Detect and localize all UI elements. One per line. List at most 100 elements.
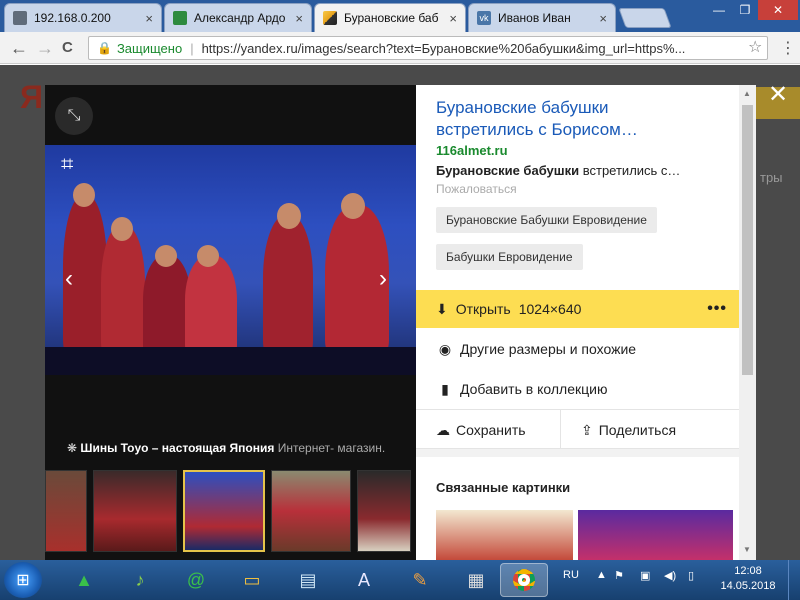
news-app-icon[interactable]: ▦ bbox=[452, 563, 500, 597]
address-bar[interactable]: 🔒 Защищено | https://yandex.ru/images/se… bbox=[88, 36, 768, 60]
crop-icon[interactable]: ⌗ bbox=[61, 151, 73, 177]
tag-chip[interactable]: Бурановские Бабушки Евровидение bbox=[436, 207, 657, 233]
divider bbox=[560, 410, 561, 450]
thumbnail[interactable] bbox=[271, 470, 351, 552]
tag-chip[interactable]: Бабушки Евровидение bbox=[436, 244, 583, 270]
source-snippet: Бурановские бабушки встретились с… bbox=[436, 163, 680, 178]
complain-link[interactable]: Пожаловаться bbox=[436, 182, 517, 196]
new-tab-button[interactable] bbox=[618, 8, 672, 28]
tab-close-icon[interactable]: × bbox=[449, 11, 457, 26]
tab-alexander[interactable]: Александр Ардо × bbox=[164, 3, 312, 32]
back-arrow-icon[interactable]: ← bbox=[10, 38, 28, 58]
source-domain-link[interactable]: 116almet.ru bbox=[436, 143, 508, 158]
green-square-icon bbox=[173, 11, 187, 25]
image-info-panel: Бурановские бабушки встретились с Борисо… bbox=[416, 85, 739, 560]
thumbnail[interactable] bbox=[93, 470, 177, 552]
figure bbox=[101, 225, 145, 355]
camera-icon: ◉ bbox=[438, 340, 452, 357]
image-size: 1024×640 bbox=[518, 301, 582, 317]
music-icon[interactable]: ♪ bbox=[116, 563, 164, 597]
tray-expand-icon[interactable]: ▲ bbox=[596, 569, 607, 581]
page-content: Ян тры ⤡ ⌗ ‹ › ❋ Шины Toyo – настоящая Я… bbox=[0, 65, 800, 560]
vk-icon: vk bbox=[477, 11, 491, 25]
browser-menu-icon[interactable]: ⋮ bbox=[780, 38, 796, 58]
related-image[interactable] bbox=[436, 510, 573, 560]
background-filter-text: тры bbox=[760, 170, 783, 185]
tab-close-icon[interactable]: × bbox=[599, 11, 607, 26]
scroll-up-icon[interactable]: ▲ bbox=[743, 89, 751, 98]
figure-head bbox=[277, 203, 301, 229]
notepad-icon[interactable]: ▤ bbox=[284, 563, 332, 597]
add-collection-label: Добавить в коллекцию bbox=[460, 381, 608, 397]
thumbnail[interactable] bbox=[45, 470, 87, 552]
ad-title: Шины Toyo – настоящая Япония bbox=[80, 441, 275, 455]
flag-icon[interactable]: ⚑ bbox=[614, 569, 624, 582]
download-icon: ⬇ bbox=[436, 300, 448, 317]
scroll-down-icon[interactable]: ▼ bbox=[743, 545, 751, 554]
browser-toolbar: ← → C 🔒 Защищено | https://yandex.ru/ima… bbox=[0, 32, 800, 64]
more-options-icon[interactable]: ••• bbox=[707, 300, 727, 318]
chrome-icon[interactable] bbox=[500, 563, 548, 597]
figure bbox=[185, 255, 237, 355]
thumbnail[interactable] bbox=[357, 470, 411, 552]
minimize-icon[interactable]: — bbox=[706, 0, 732, 20]
main-image[interactable] bbox=[45, 145, 416, 375]
previous-image-icon[interactable]: ‹ bbox=[65, 265, 73, 293]
share-icon: ⇪ bbox=[581, 421, 593, 438]
figure-head bbox=[197, 245, 219, 267]
language-indicator[interactable]: RU bbox=[563, 569, 579, 581]
thumbnail-selected[interactable] bbox=[183, 470, 265, 552]
share-button[interactable]: ⇪ Поделиться bbox=[581, 410, 676, 450]
viewer-close-icon[interactable]: ✕ bbox=[768, 80, 788, 109]
tab-title: Бурановские баб bbox=[344, 11, 439, 25]
open-label: Открыть bbox=[455, 301, 511, 317]
folder-icon[interactable]: ▭ bbox=[228, 563, 276, 597]
show-desktop-button[interactable] bbox=[788, 560, 800, 600]
lock-icon: 🔒 bbox=[97, 41, 112, 55]
share-label: Поделиться bbox=[598, 422, 677, 438]
figure-head bbox=[155, 245, 177, 267]
tab-close-icon[interactable]: × bbox=[145, 11, 153, 26]
forward-arrow-icon[interactable]: → bbox=[36, 38, 54, 58]
open-image-button[interactable]: ⬇ Открыть 1024×640 ••• bbox=[416, 290, 739, 328]
tab-title: Александр Ардо bbox=[194, 11, 286, 25]
ad-line[interactable]: ❋ Шины Toyo – настоящая Япония Интернет-… bbox=[67, 441, 385, 455]
network-icon[interactable]: ▣ bbox=[640, 569, 650, 582]
document-icon bbox=[13, 11, 27, 25]
tab-buranovskie[interactable]: Бурановские баб × bbox=[314, 3, 466, 32]
sidebar-scrollbar[interactable]: ▲ ▼ bbox=[739, 85, 756, 560]
section-gap bbox=[416, 449, 739, 457]
expand-icon[interactable]: ⤡ bbox=[55, 97, 93, 135]
at-mail-icon[interactable]: @ bbox=[172, 563, 220, 597]
other-sizes-label: Другие размеры и похожие bbox=[460, 341, 637, 357]
start-button[interactable]: ⊞ bbox=[4, 562, 42, 598]
maximize-icon[interactable]: ❐ bbox=[732, 0, 758, 20]
bookmark-star-icon[interactable]: ☆ bbox=[748, 37, 762, 57]
figure-head bbox=[73, 183, 95, 207]
device-icon[interactable]: ▯ bbox=[688, 569, 694, 582]
yandex-images-icon bbox=[323, 11, 337, 25]
app-a-icon[interactable]: ▲ bbox=[60, 563, 108, 597]
tab-close-icon[interactable]: × bbox=[295, 11, 303, 26]
figure bbox=[143, 255, 191, 355]
bookmark-icon: ▮ bbox=[441, 380, 449, 397]
clock-time: 12:08 bbox=[734, 565, 762, 577]
save-button[interactable]: ☁ Сохранить bbox=[436, 410, 526, 450]
wordpad-icon[interactable]: A bbox=[340, 563, 388, 597]
thumbnail-strip bbox=[45, 470, 416, 552]
reload-icon[interactable]: C bbox=[62, 38, 73, 58]
window-close-icon[interactable]: ✕ bbox=[758, 0, 798, 20]
snippet-bold: Бурановские бабушки bbox=[436, 163, 580, 178]
tab-router[interactable]: 192.168.0.200 × bbox=[4, 3, 162, 32]
related-image[interactable] bbox=[578, 510, 733, 560]
add-collection-button[interactable]: ▮ Добавить в коллекцию bbox=[416, 369, 739, 409]
source-title-link[interactable]: Бурановские бабушки встретились с Борисо… bbox=[436, 97, 706, 141]
other-sizes-button[interactable]: ◉ Другие размеры и похожие bbox=[416, 329, 739, 369]
volume-icon[interactable]: ◀) bbox=[664, 569, 676, 582]
next-image-icon[interactable]: › bbox=[379, 265, 387, 293]
paint-icon[interactable]: ✎ bbox=[396, 563, 444, 597]
clock[interactable]: 12:08 14.05.2018 bbox=[720, 564, 776, 594]
scrollbar-thumb[interactable] bbox=[742, 105, 753, 375]
tab-vk[interactable]: vk Иванов Иван × bbox=[468, 3, 616, 32]
secure-label: Защищено bbox=[116, 40, 183, 56]
